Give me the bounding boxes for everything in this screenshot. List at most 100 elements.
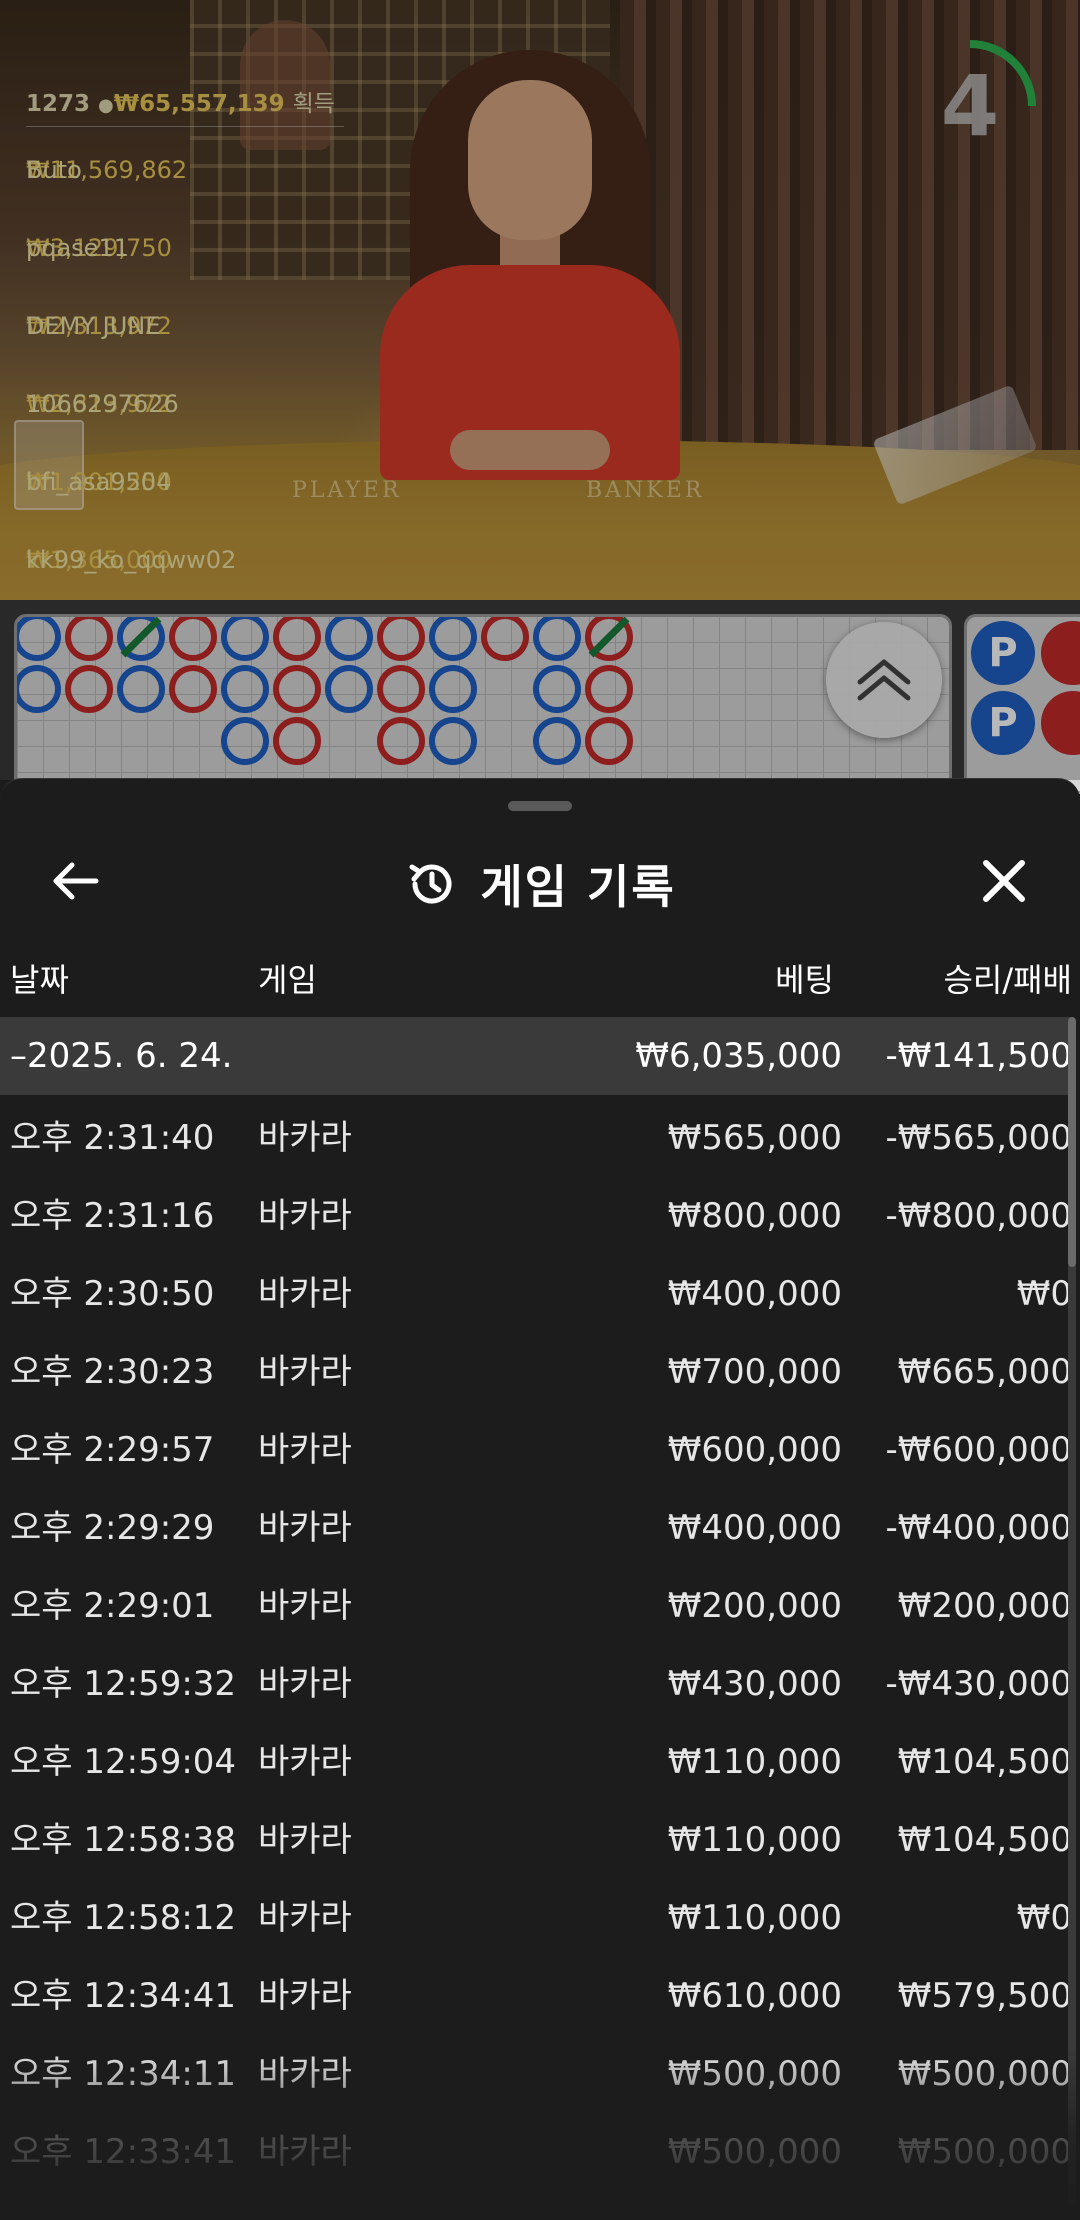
tie-mark bbox=[120, 617, 162, 658]
history-row[interactable]: 오후 12:34:11 바카라 ₩500,000 ₩500,000 bbox=[0, 2031, 1072, 2109]
sheet-title-wrap: 게임 기록 bbox=[0, 829, 1080, 939]
row-time: 오후 2:29:57 bbox=[10, 1430, 215, 1470]
row-bet: ₩400,000 bbox=[667, 1274, 842, 1314]
banker-bead bbox=[377, 617, 425, 661]
column-header-game: 게임 bbox=[258, 961, 317, 999]
player-bead bbox=[325, 665, 373, 713]
row-result: -₩430,000 bbox=[885, 1664, 1073, 1704]
winner-row: ₩3,129,750 pqase11 bbox=[26, 205, 1080, 283]
banker-bead bbox=[585, 717, 633, 765]
row-game: 바카라 bbox=[258, 1586, 352, 1626]
banker-bead bbox=[273, 665, 321, 713]
sheet-header: 게임 기록 bbox=[0, 829, 1080, 939]
sheet-title: 게임 기록 bbox=[480, 860, 676, 914]
history-row[interactable]: 오후 2:30:50 바카라 ₩400,000 ₩0 bbox=[0, 1251, 1072, 1329]
column-header-result: 승리/패배 bbox=[943, 961, 1072, 999]
row-result: ₩104,500 bbox=[897, 1820, 1072, 1860]
winner-name: pqase11 bbox=[26, 234, 129, 262]
history-row[interactable]: 오후 2:30:23 바카라 ₩700,000 ₩665,000 bbox=[0, 1329, 1072, 1407]
scrollbar[interactable] bbox=[1068, 1017, 1076, 2207]
date-group-row[interactable]: –2025. 6. 24. ₩6,035,000 -₩141,500 bbox=[0, 1017, 1072, 1095]
row-game: 바카라 bbox=[258, 1898, 352, 1938]
history-row[interactable]: 오후 2:29:57 바카라 ₩600,000 -₩600,000 bbox=[0, 1407, 1072, 1485]
row-time: 오후 12:34:11 bbox=[10, 2054, 237, 2094]
history-row[interactable]: 오후 2:29:01 바카라 ₩200,000 ₩200,000 bbox=[0, 1563, 1072, 1641]
row-game: 바카라 bbox=[258, 1196, 352, 1236]
history-rows: 오후 2:31:40 바카라 ₩565,000 -₩565,000 오후 2:31:16… bbox=[0, 1095, 1072, 2187]
date-group-date: –2025. 6. 24. bbox=[10, 1036, 233, 1076]
row-game: 바카라 bbox=[258, 1976, 352, 2016]
bead-road[interactable] bbox=[14, 614, 952, 794]
player-bead bbox=[429, 665, 477, 713]
player-bead bbox=[429, 717, 477, 765]
tie-mark bbox=[588, 617, 630, 658]
row-result: -₩400,000 bbox=[885, 1508, 1073, 1548]
row-bet: ₩600,000 bbox=[667, 1430, 842, 1470]
history-row[interactable]: 오후 12:59:04 바카라 ₩110,000 ₩104,500 bbox=[0, 1719, 1072, 1797]
roadmap-strip: P P bbox=[0, 600, 1080, 794]
row-game: 바카라 bbox=[258, 1742, 352, 1782]
banker-bead bbox=[65, 665, 113, 713]
row-result: -₩800,000 bbox=[885, 1196, 1073, 1236]
history-row[interactable]: 오후 2:31:40 바카라 ₩565,000 -₩565,000 bbox=[0, 1095, 1072, 1173]
side-road[interactable]: P P bbox=[964, 614, 1080, 794]
row-game: 바카라 bbox=[258, 1118, 352, 1158]
winner-name: Buto bbox=[26, 156, 82, 184]
row-result: ₩500,000 bbox=[897, 2054, 1072, 2094]
arrow-left-icon bbox=[53, 862, 99, 900]
banker-bead bbox=[65, 617, 113, 661]
history-row[interactable]: 오후 2:31:16 바카라 ₩800,000 -₩800,000 bbox=[0, 1173, 1072, 1251]
player-bead bbox=[533, 665, 581, 713]
scrollbar-thumb[interactable] bbox=[1068, 1017, 1076, 1267]
history-row[interactable]: 오후 2:29:29 바카라 ₩400,000 -₩400,000 bbox=[0, 1485, 1072, 1563]
player-badge: P bbox=[971, 621, 1035, 685]
history-row[interactable]: 오후 12:34:41 바카라 ₩610,000 ₩579,500 bbox=[0, 1953, 1072, 2031]
history-row[interactable]: 오후 12:58:12 바카라 ₩110,000 ₩0 bbox=[0, 1875, 1072, 1953]
history-row[interactable]: 오후 12:58:38 바카라 ₩110,000 ₩104,500 bbox=[0, 1797, 1072, 1875]
winner-row: ₩1,901,250 bfi_asa9504 bbox=[26, 439, 1080, 517]
winner-name: kk99_ko_qqww02 bbox=[26, 546, 237, 574]
column-header-bet: 베팅 bbox=[775, 961, 834, 999]
row-result: ₩579,500 bbox=[897, 1976, 1072, 2016]
banker-bead bbox=[169, 665, 217, 713]
player-badge: P bbox=[971, 691, 1035, 755]
row-bet: ₩700,000 bbox=[667, 1352, 842, 1392]
row-game: 바카라 bbox=[258, 1820, 352, 1860]
row-result: ₩500,000 bbox=[897, 2132, 1072, 2172]
row-result: ₩0 bbox=[1016, 1274, 1072, 1314]
row-time: 오후 12:58:38 bbox=[10, 1820, 237, 1860]
date-group-result: -₩141,500 bbox=[885, 1036, 1073, 1076]
winners-total: ₩65,557,139 bbox=[113, 91, 285, 117]
row-bet: ₩500,000 bbox=[667, 2132, 842, 2172]
close-button[interactable] bbox=[974, 851, 1034, 911]
row-game: 바카라 bbox=[258, 1352, 352, 1392]
history-row[interactable]: 오후 12:59:32 바카라 ₩430,000 -₩430,000 bbox=[0, 1641, 1072, 1719]
live-video: PLAYER BANKER 1273 ●₩65,557,139 획득 ₩11,5… bbox=[0, 0, 1080, 600]
countdown-timer: 4 bbox=[900, 36, 1040, 176]
player-bead bbox=[221, 617, 269, 661]
banker-bead bbox=[481, 617, 529, 661]
game-history-sheet: 게임 기록 날짜 게임 베팅 승리/패배 –2025. 6. 24. ₩6,03… bbox=[0, 778, 1080, 2220]
banker-bead bbox=[273, 717, 321, 765]
collapse-roadmap-button[interactable] bbox=[826, 622, 942, 738]
row-time: 오후 12:33:41 bbox=[10, 2132, 237, 2172]
timer-value: 4 bbox=[940, 57, 1000, 155]
history-row[interactable]: 오후 12:33:41 바카라 ₩500,000 ₩500,000 bbox=[0, 2109, 1072, 2187]
back-button[interactable] bbox=[46, 851, 106, 911]
banker-badge bbox=[1041, 691, 1080, 755]
winner-row: ₩1,365,000 kk99_ko_qqww02 bbox=[26, 517, 1080, 595]
row-time: 오후 2:30:50 bbox=[10, 1274, 215, 1314]
row-bet: ₩800,000 bbox=[667, 1196, 842, 1236]
row-time: 오후 2:31:16 bbox=[10, 1196, 215, 1236]
row-bet: ₩500,000 bbox=[667, 2054, 842, 2094]
row-bet: ₩400,000 bbox=[667, 1508, 842, 1548]
winner-name: 1066297626 bbox=[26, 390, 179, 418]
row-bet: ₩110,000 bbox=[667, 1742, 842, 1782]
banker-bead bbox=[585, 665, 633, 713]
row-bet: ₩200,000 bbox=[667, 1586, 842, 1626]
player-bead bbox=[17, 617, 61, 661]
column-header-date: 날짜 bbox=[10, 961, 69, 999]
banker-bead bbox=[169, 617, 217, 661]
row-bet: ₩565,000 bbox=[667, 1118, 842, 1158]
drag-handle[interactable] bbox=[508, 801, 572, 811]
